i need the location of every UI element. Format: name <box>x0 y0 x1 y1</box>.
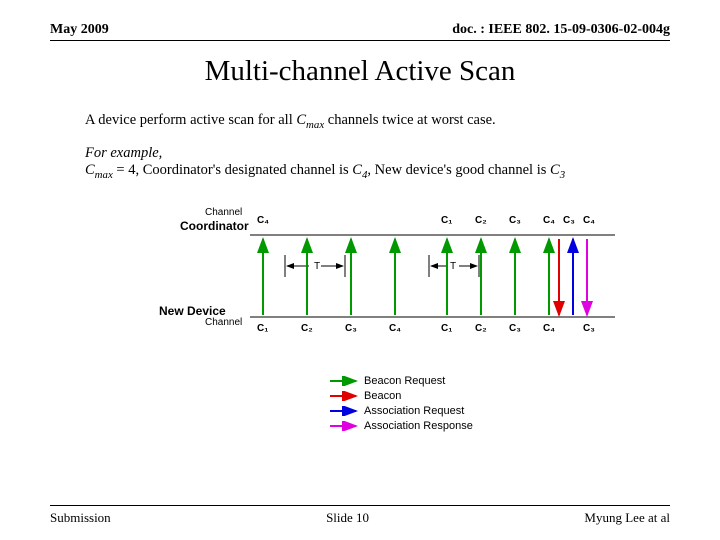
header-rule <box>50 40 670 41</box>
timing-diagram: Channel Coordinator New Device Channel C… <box>85 199 635 371</box>
footer-center: Slide 10 <box>326 510 369 526</box>
summary-line: A device perform active scan for all Cma… <box>85 112 635 131</box>
footer-left: Submission <box>50 510 111 526</box>
page-title: Multi-channel Active Scan <box>0 55 720 88</box>
footer: Submission Slide 10 Myung Lee at al <box>50 505 670 526</box>
header-right: doc. : IEEE 802. 15-09-0306-02-004g <box>452 22 670 38</box>
legend-beacon-request: Beacon Request <box>330 375 635 387</box>
footer-right: Myung Lee at al <box>584 510 670 526</box>
legend-beacon: Beacon <box>330 390 635 402</box>
example-line1: For example, <box>85 145 635 162</box>
legend-assoc-request: Association Request <box>330 405 635 417</box>
legend-assoc-response: Association Response <box>330 420 635 432</box>
example-line2: Cmax = 4, Coordinator's designated chann… <box>85 162 635 181</box>
header-left: May 2009 <box>50 22 109 38</box>
legend: Beacon Request Beacon Association Reques… <box>330 375 635 432</box>
